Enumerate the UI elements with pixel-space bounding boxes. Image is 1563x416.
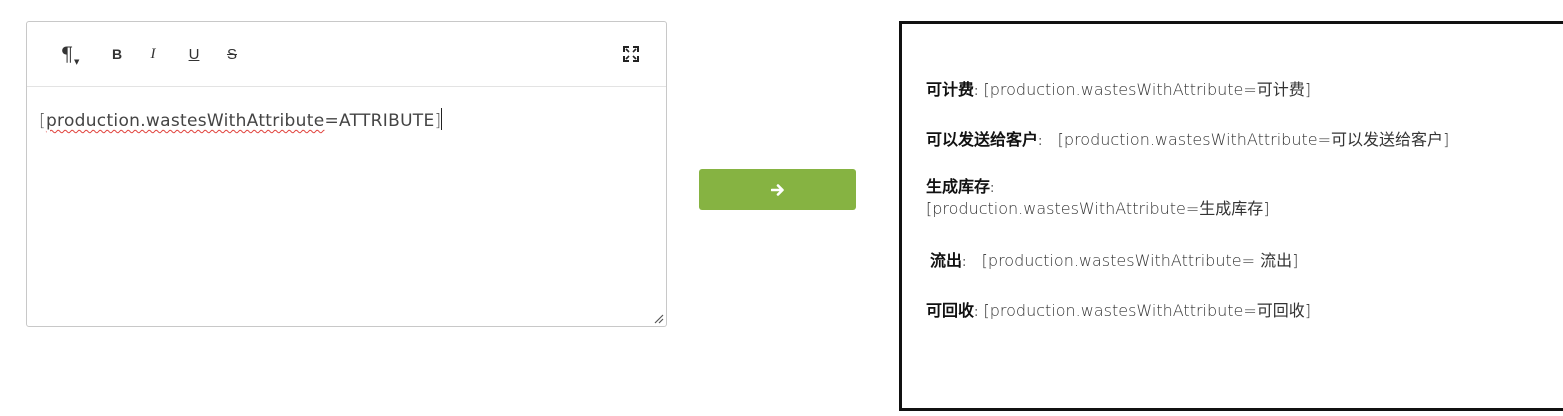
placeholder-token: production.wastesWithAttribute (45, 111, 325, 131)
preview-separator: : (990, 181, 995, 196)
chevron-down-icon: ▼ (74, 58, 80, 66)
preview-value: [production.wastesWithAttribute= 流出] (981, 251, 1299, 270)
preview-label: 生成库存 (926, 177, 991, 196)
preview-line: 可计费: [production.wastesWithAttribute=可计费… (926, 76, 1311, 100)
placeholder-attribute: =ATTRIBUTE (324, 111, 435, 131)
preview-line: 可以发送给客户: [production.wastesWithAttribute… (926, 126, 1449, 150)
preview-value: [production.wastesWithAttribute=生成库存] (926, 199, 1270, 218)
preview-panel: 可计费: [production.wastesWithAttribute=可计费… (899, 21, 1563, 411)
open-bracket: [ (39, 111, 46, 131)
preview-label: 可计费 (926, 80, 975, 99)
bold-button[interactable]: B (107, 42, 127, 66)
preview-line: 流出: [production.wastesWithAttribute= 流出] (930, 247, 1298, 271)
preview-label: 可以发送给客户 (926, 130, 1039, 149)
preview-value: [production.wastesWithAttribute=可计费] (983, 80, 1312, 99)
underline-button[interactable]: U (184, 42, 204, 66)
preview-separator: : (1038, 134, 1043, 149)
fullscreen-icon (623, 46, 639, 62)
preview-label: 流出 (930, 251, 963, 270)
preview-separator: : (962, 255, 967, 270)
pilcrow-icon: ¶ (60, 42, 74, 66)
strikethrough-button[interactable]: S (223, 42, 241, 66)
close-bracket: ] (434, 111, 442, 131)
preview-value: [production.wastesWithAttribute=可以发送给客户] (1057, 130, 1450, 149)
preview-value: [production.wastesWithAttribute=可回收] (983, 301, 1312, 320)
italic-button[interactable]: I (144, 42, 162, 66)
preview-line: 生成库存: [production.wastesWithAttribute=生成… (926, 177, 1270, 219)
page: ¶ ▼ B I U S [production.wastesWithAttrib… (0, 0, 1563, 416)
editor-toolbar: ¶ ▼ B I U S (27, 22, 666, 87)
fullscreen-button[interactable] (620, 42, 642, 66)
editor-content-area[interactable]: [production.wastesWithAttribute=ATTRIBUT… (39, 108, 654, 131)
preview-label: 可回收 (926, 301, 975, 320)
preview-separator: : (974, 84, 979, 99)
paragraph-format-button[interactable]: ¶ ▼ (53, 42, 81, 66)
preview-line: 可回收: [production.wastesWithAttribute=可回收… (926, 297, 1311, 321)
preview-separator: : (974, 305, 979, 320)
arrow-right-icon (770, 183, 784, 196)
resize-handle-icon[interactable] (652, 312, 664, 324)
text-cursor (441, 108, 443, 130)
rich-text-editor: ¶ ▼ B I U S [production.wastesWithAttrib… (26, 21, 667, 327)
convert-button[interactable] (699, 169, 856, 210)
